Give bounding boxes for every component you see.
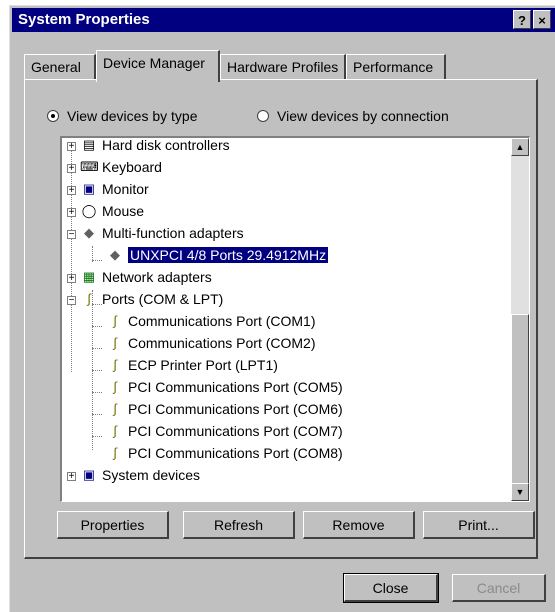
device-tree[interactable]: + ▤ Hard disk controllers + ⌨ Keyboard +… (60, 136, 530, 502)
network-adapter-icon: ▦ (82, 269, 96, 284)
scrollbar-thumb[interactable] (511, 314, 529, 484)
tree-item-label: System devices (102, 467, 201, 483)
properties-button[interactable]: Properties (57, 511, 169, 539)
expand-icon[interactable]: + (67, 274, 76, 284)
tab-hardware-profiles[interactable]: Hardware Profiles (220, 54, 346, 80)
window-title: System Properties (18, 11, 150, 28)
expand-icon[interactable]: + (67, 208, 76, 218)
tree-connector (92, 370, 102, 371)
port-icon: ∫ (113, 401, 117, 416)
tree-item-mouse[interactable]: ◯ Mouse (80, 200, 144, 222)
scroll-down-arrow-icon[interactable]: ▼ (511, 483, 529, 501)
tab-device-manager[interactable]: Device Manager (96, 50, 220, 82)
tab-general[interactable]: General (24, 54, 96, 80)
view-by-connection-label: View devices by connection (277, 108, 449, 124)
tree-connector (92, 348, 102, 349)
tree-item-label: Ports (COM & LPT) (102, 291, 224, 307)
tree-item-com7[interactable]: ∫ PCI Communications Port (COM7) (106, 420, 343, 442)
view-by-type-option[interactable]: View devices by type (47, 108, 197, 124)
help-button[interactable]: ? (513, 10, 531, 29)
remove-button[interactable]: Remove (303, 511, 415, 539)
tree-item-label: Communications Port (COM2) (128, 335, 316, 351)
disk-controller-icon: ▤ (82, 137, 96, 152)
tree-item-com8[interactable]: ∫ PCI Communications Port (COM8) (106, 442, 343, 464)
tree-item-label: Keyboard (102, 159, 162, 175)
monitor-icon: ▣ (82, 181, 96, 196)
port-icon: ∫ (113, 313, 117, 328)
refresh-button[interactable]: Refresh (183, 511, 295, 539)
expand-icon[interactable]: + (67, 186, 76, 196)
tree-item-monitor[interactable]: ▣ Monitor (80, 178, 149, 200)
collapse-icon[interactable]: − (67, 230, 76, 240)
close-icon[interactable]: × (533, 10, 551, 29)
view-by-type-label: View devices by type (67, 108, 198, 124)
print-button[interactable]: Print... (423, 511, 535, 539)
scroll-up-arrow-icon[interactable]: ▲ (511, 138, 529, 156)
tree-item-label: PCI Communications Port (COM8) (128, 445, 343, 461)
tree-item-label: Multi-function adapters (102, 225, 244, 241)
tree-item-label: UNXPCI 4/8 Ports 29.4912MHz (126, 246, 330, 264)
system-properties-window: System Properties ? × General Device Man… (9, 5, 555, 612)
tree-item-label: Hard disk controllers (102, 137, 230, 153)
expand-icon[interactable]: + (67, 472, 76, 482)
port-icon: ∫ (113, 335, 117, 350)
tree-item-keyboard[interactable]: ⌨ Keyboard (80, 156, 162, 178)
port-icon: ∫ (113, 445, 117, 460)
collapse-icon[interactable]: − (67, 296, 76, 306)
system-devices-icon: ▣ (82, 467, 96, 482)
radio-by-connection[interactable] (257, 110, 269, 122)
tree-item-lpt1[interactable]: ∫ ECP Printer Port (LPT1) (106, 354, 278, 376)
tree-connector (92, 260, 102, 261)
tree-item-hard-disk-controllers[interactable]: ▤ Hard disk controllers (80, 137, 230, 156)
tree-item-com5[interactable]: ∫ PCI Communications Port (COM5) (106, 376, 343, 398)
close-button[interactable]: Close (343, 573, 439, 603)
tree-connector (92, 392, 102, 393)
view-by-connection-option[interactable]: View devices by connection (257, 108, 449, 124)
port-icon: ∫ (113, 357, 117, 372)
port-icon: ∫ (87, 291, 91, 306)
tree-item-com6[interactable]: ∫ PCI Communications Port (COM6) (106, 398, 343, 420)
cancel-button[interactable]: Cancel (452, 574, 546, 602)
tree-item-label: ECP Printer Port (LPT1) (128, 357, 278, 373)
tree-item-label: Mouse (102, 203, 145, 219)
tree-item-label: Communications Port (COM1) (128, 313, 316, 329)
radio-by-type[interactable] (47, 110, 59, 122)
title-bar[interactable]: System Properties ? × (12, 8, 555, 32)
device-tree-body: + ▤ Hard disk controllers + ⌨ Keyboard +… (62, 138, 511, 501)
tree-item-label: PCI Communications Port (COM6) (128, 401, 343, 417)
tree-connector (71, 148, 72, 372)
tree-item-com1[interactable]: ∫ Communications Port (COM1) (106, 310, 316, 332)
tree-connector (92, 436, 102, 437)
mouse-icon: ◯ (81, 203, 97, 218)
multifunction-adapter-icon: ◆ (84, 225, 94, 240)
tree-item-label: PCI Communications Port (COM5) (128, 379, 343, 395)
tree-item-multi-function-adapters[interactable]: ◆ Multi-function adapters (80, 222, 244, 244)
tree-item-label: PCI Communications Port (COM7) (128, 423, 343, 439)
tree-item-label: Monitor (102, 181, 149, 197)
port-icon: ∫ (113, 423, 117, 438)
tree-connector (92, 414, 102, 415)
port-icon: ∫ (113, 379, 117, 394)
tree-item-network-adapters[interactable]: ▦ Network adapters (80, 266, 212, 288)
tree-item-com2[interactable]: ∫ Communications Port (COM2) (106, 332, 316, 354)
expand-icon[interactable]: + (67, 142, 76, 152)
keyboard-icon: ⌨ (80, 159, 99, 174)
tab-performance[interactable]: Performance (346, 54, 446, 80)
vertical-scrollbar[interactable]: ▲ ▼ (511, 138, 529, 501)
tree-item-ports[interactable]: ∫ Ports (COM & LPT) (80, 288, 223, 310)
expand-icon[interactable]: + (67, 164, 76, 174)
adapter-device-icon: ◆ (110, 247, 120, 262)
tree-item-unxpci-adapter[interactable]: ◆ UNXPCI 4/8 Ports 29.4912MHz (106, 244, 330, 266)
device-manager-panel: View devices by type View devices by con… (24, 79, 538, 559)
tree-connector (92, 326, 102, 327)
tree-item-system-devices[interactable]: ▣ System devices (80, 464, 200, 486)
tree-item-label: Network adapters (102, 269, 212, 285)
